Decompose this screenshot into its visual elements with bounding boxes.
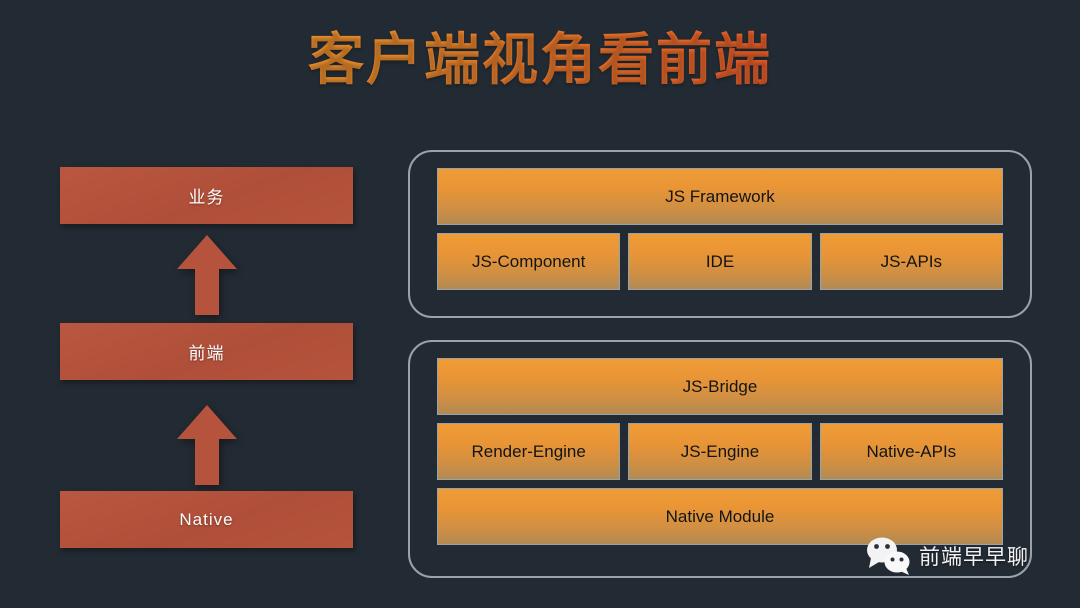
cell-js-bridge[interactable]: JS-Bridge: [437, 358, 1003, 415]
cell-render-engine[interactable]: Render-Engine: [437, 423, 621, 480]
cell-label: Native-APIs: [866, 441, 957, 461]
arrow-up-icon: [177, 235, 237, 315]
arrow-up-frontend-to-business: [177, 235, 237, 315]
stack-box-label: Native: [179, 509, 234, 529]
cell-js-framework[interactable]: JS Framework: [437, 168, 1003, 225]
cell-label: JS-Bridge: [682, 376, 758, 396]
cell-label: JS-Component: [471, 251, 586, 271]
cell-native-apis[interactable]: Native-APIs: [819, 423, 1003, 480]
watermark: 前端早早聊: [866, 537, 1029, 575]
stack-box-label: 前端: [188, 344, 225, 363]
cell-js-engine[interactable]: JS-Engine: [628, 423, 812, 480]
page-title: 客户端视角看前端: [0, 24, 1080, 96]
arrow-up-icon: [177, 405, 237, 485]
group-row: JS Framework: [437, 168, 1003, 225]
stack-box-frontend: 前端: [60, 323, 353, 380]
cell-label: JS-APIs: [880, 251, 943, 271]
left-stack-diagram: 业务 前端 Native: [60, 167, 353, 548]
group-row: JS-Component IDE JS-APIs: [437, 233, 1003, 290]
cell-label: Render-Engine: [471, 441, 586, 461]
cell-ide[interactable]: IDE: [628, 233, 812, 290]
stack-box-label: 业务: [188, 188, 225, 207]
arrow-up-native-to-frontend: [177, 405, 237, 485]
wechat-icon: [867, 537, 910, 575]
cell-label: Native Module: [665, 506, 775, 526]
group-row: JS-Bridge: [437, 358, 1003, 415]
cell-js-component[interactable]: JS-Component: [437, 233, 621, 290]
cell-label: JS-Engine: [680, 441, 760, 461]
cell-label: JS Framework: [665, 186, 775, 206]
js-layer-group: JS Framework JS-Component IDE JS-APIs: [408, 150, 1032, 318]
cell-js-apis[interactable]: JS-APIs: [819, 233, 1003, 290]
cell-label: IDE: [705, 251, 735, 271]
stack-box-native: Native: [60, 491, 353, 548]
watermark-label: 前端早早聊: [919, 546, 1029, 569]
group-row: Render-Engine JS-Engine Native-APIs: [437, 423, 1003, 480]
stack-box-business: 业务: [60, 167, 353, 224]
